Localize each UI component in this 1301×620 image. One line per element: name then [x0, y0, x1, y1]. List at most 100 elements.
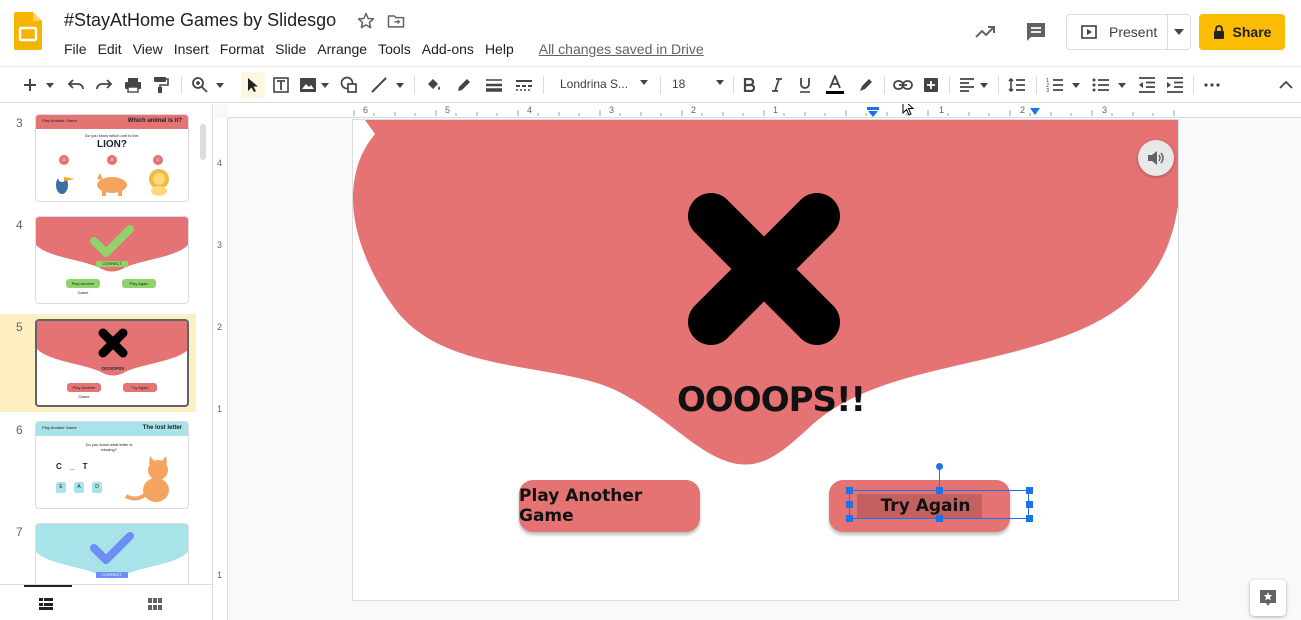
menu-help[interactable]: Help	[485, 41, 514, 57]
shape-button[interactable]	[338, 75, 360, 95]
play-another-game-button[interactable]: Play Another Game	[519, 480, 700, 532]
underline-button[interactable]	[796, 75, 814, 95]
border-weight-button[interactable]	[483, 75, 505, 95]
font-size-select[interactable]: 18	[672, 76, 726, 94]
thumb-label: CORRECT	[96, 572, 128, 578]
resize-handle-sw[interactable]	[846, 515, 853, 522]
fill-color-button[interactable]	[423, 75, 445, 95]
filmstrip-slide-3[interactable]: 3 Play Another Game Which animal is it? …	[0, 110, 196, 208]
filmstrip-slide-4[interactable]: 4 CORRECT Play Another Game Play Again	[0, 212, 196, 310]
filmstrip-scrollbar[interactable]	[200, 124, 206, 160]
bulleted-list-button[interactable]	[1090, 75, 1112, 95]
slide-editor[interactable]: OOOOPS!! Play Another Game Try Again	[353, 120, 1178, 600]
toolbar-separator	[949, 76, 950, 94]
insert-image-button[interactable]	[298, 75, 318, 95]
indent-marker-right[interactable]	[1029, 108, 1041, 116]
horizontal-ruler[interactable]: 6 5 4 3 2 1 1 2 3	[228, 104, 1301, 118]
grid-view-icon[interactable]	[148, 598, 162, 610]
share-button[interactable]: Share	[1199, 14, 1285, 50]
resize-handle-s[interactable]	[936, 515, 943, 522]
align-dropdown[interactable]	[979, 75, 989, 95]
explore-icon	[1260, 590, 1276, 606]
menu-edit[interactable]: Edit	[98, 41, 122, 57]
present-main[interactable]: Present	[1067, 15, 1169, 49]
resize-handle-e[interactable]	[1026, 501, 1033, 508]
select-tool-button[interactable]	[241, 72, 265, 98]
activity-dashboard-icon[interactable]	[973, 20, 997, 44]
menu-tools[interactable]: Tools	[378, 41, 411, 57]
oops-headline[interactable]: OOOOPS!!	[677, 380, 866, 420]
star-icon[interactable]	[356, 11, 376, 31]
line-spacing-button[interactable]	[1006, 75, 1028, 95]
redo-button[interactable]	[94, 75, 114, 95]
numbered-list-button[interactable]: 123	[1044, 75, 1066, 95]
zoom-button[interactable]	[190, 75, 210, 95]
slide-filmstrip: 3 Play Another Game Which animal is it? …	[0, 104, 213, 620]
present-options-dropdown[interactable]	[1168, 29, 1190, 35]
line-dropdown[interactable]	[394, 75, 406, 95]
slide-thumbnail[interactable]: Play Another Game Which animal is it? Do…	[35, 114, 189, 202]
thumb-banner-text: Play Another Game	[42, 425, 77, 430]
menu-format[interactable]: Format	[220, 41, 264, 57]
bold-icon	[743, 78, 755, 92]
menu-arrange[interactable]: Arrange	[317, 41, 367, 57]
italic-button[interactable]	[768, 75, 786, 95]
explore-button[interactable]	[1250, 580, 1286, 616]
menu-insert[interactable]: Insert	[174, 41, 209, 57]
present-button[interactable]: Present	[1066, 14, 1191, 50]
resize-handle-nw[interactable]	[846, 487, 853, 494]
slides-logo-icon[interactable]	[14, 12, 42, 50]
filmstrip-slide-5[interactable]: 5 OOOOPS!! Play Another Game Try Again	[0, 314, 196, 412]
text-box-button[interactable]	[270, 75, 292, 95]
menu-addons[interactable]: Add-ons	[422, 41, 474, 57]
decrease-indent-button[interactable]	[1136, 75, 1158, 95]
filmstrip-slide-6[interactable]: 6 Play Another Game The lost letter Do y…	[0, 417, 196, 515]
menu-file[interactable]: File	[64, 41, 87, 57]
print-button[interactable]	[122, 75, 144, 95]
font-family-select[interactable]: Londrina S...	[552, 76, 650, 94]
align-button[interactable]	[957, 75, 977, 95]
numbered-list-dropdown[interactable]	[1070, 75, 1082, 95]
slide-thumbnail[interactable]: Play Another Game The lost letter Do you…	[35, 421, 189, 509]
rhino-icon	[97, 173, 127, 196]
rotation-handle[interactable]	[936, 463, 943, 470]
resize-handle-ne[interactable]	[1026, 487, 1033, 494]
ruler-number: 3	[217, 240, 223, 250]
thumb-label: CORRECT	[96, 261, 128, 267]
text-color-button[interactable]	[824, 75, 846, 95]
sound-icon[interactable]	[1138, 140, 1174, 176]
indent-marker-left[interactable]	[867, 107, 879, 117]
slide-thumbnail-selected[interactable]: OOOOPS!! Play Another Game Try Again	[35, 319, 189, 407]
resize-handle-n[interactable]	[936, 487, 943, 494]
x-mark-icon[interactable]	[679, 184, 849, 354]
menu-slide[interactable]: Slide	[275, 41, 306, 57]
new-slide-button[interactable]	[20, 75, 40, 95]
resize-handle-w[interactable]	[846, 501, 853, 508]
highlight-color-button[interactable]	[856, 75, 876, 95]
line-button[interactable]	[368, 75, 390, 95]
increase-indent-button[interactable]	[1164, 75, 1186, 95]
collapse-toolbar-button[interactable]	[1276, 75, 1296, 95]
bulleted-list-dropdown[interactable]	[1116, 75, 1128, 95]
zoom-dropdown[interactable]	[214, 75, 226, 95]
new-slide-layout-dropdown[interactable]	[44, 75, 56, 95]
slide-thumbnail[interactable]: CORRECT Play Another Game Play Again	[35, 216, 189, 304]
present-icon	[1081, 25, 1097, 39]
paint-format-button[interactable]	[150, 75, 172, 95]
insert-image-dropdown[interactable]	[320, 75, 330, 95]
comments-icon[interactable]	[1024, 20, 1048, 44]
more-options-button[interactable]	[1201, 75, 1223, 95]
border-dash-button[interactable]	[513, 75, 535, 95]
undo-button[interactable]	[66, 75, 86, 95]
bold-button[interactable]	[740, 75, 758, 95]
filmstrip-view-icon[interactable]	[39, 598, 53, 610]
move-to-folder-icon[interactable]	[386, 11, 406, 31]
document-title[interactable]: #StayAtHome Games by Slidesgo	[64, 10, 336, 31]
save-status-link[interactable]: All changes saved in Drive	[539, 41, 704, 57]
border-color-button[interactable]	[453, 75, 475, 95]
menu-view[interactable]: View	[133, 41, 163, 57]
insert-link-button[interactable]	[892, 75, 914, 95]
resize-handle-se[interactable]	[1026, 515, 1033, 522]
insert-comment-button[interactable]	[921, 75, 941, 95]
vertical-ruler[interactable]: 4 3 2 1 1	[214, 118, 228, 620]
